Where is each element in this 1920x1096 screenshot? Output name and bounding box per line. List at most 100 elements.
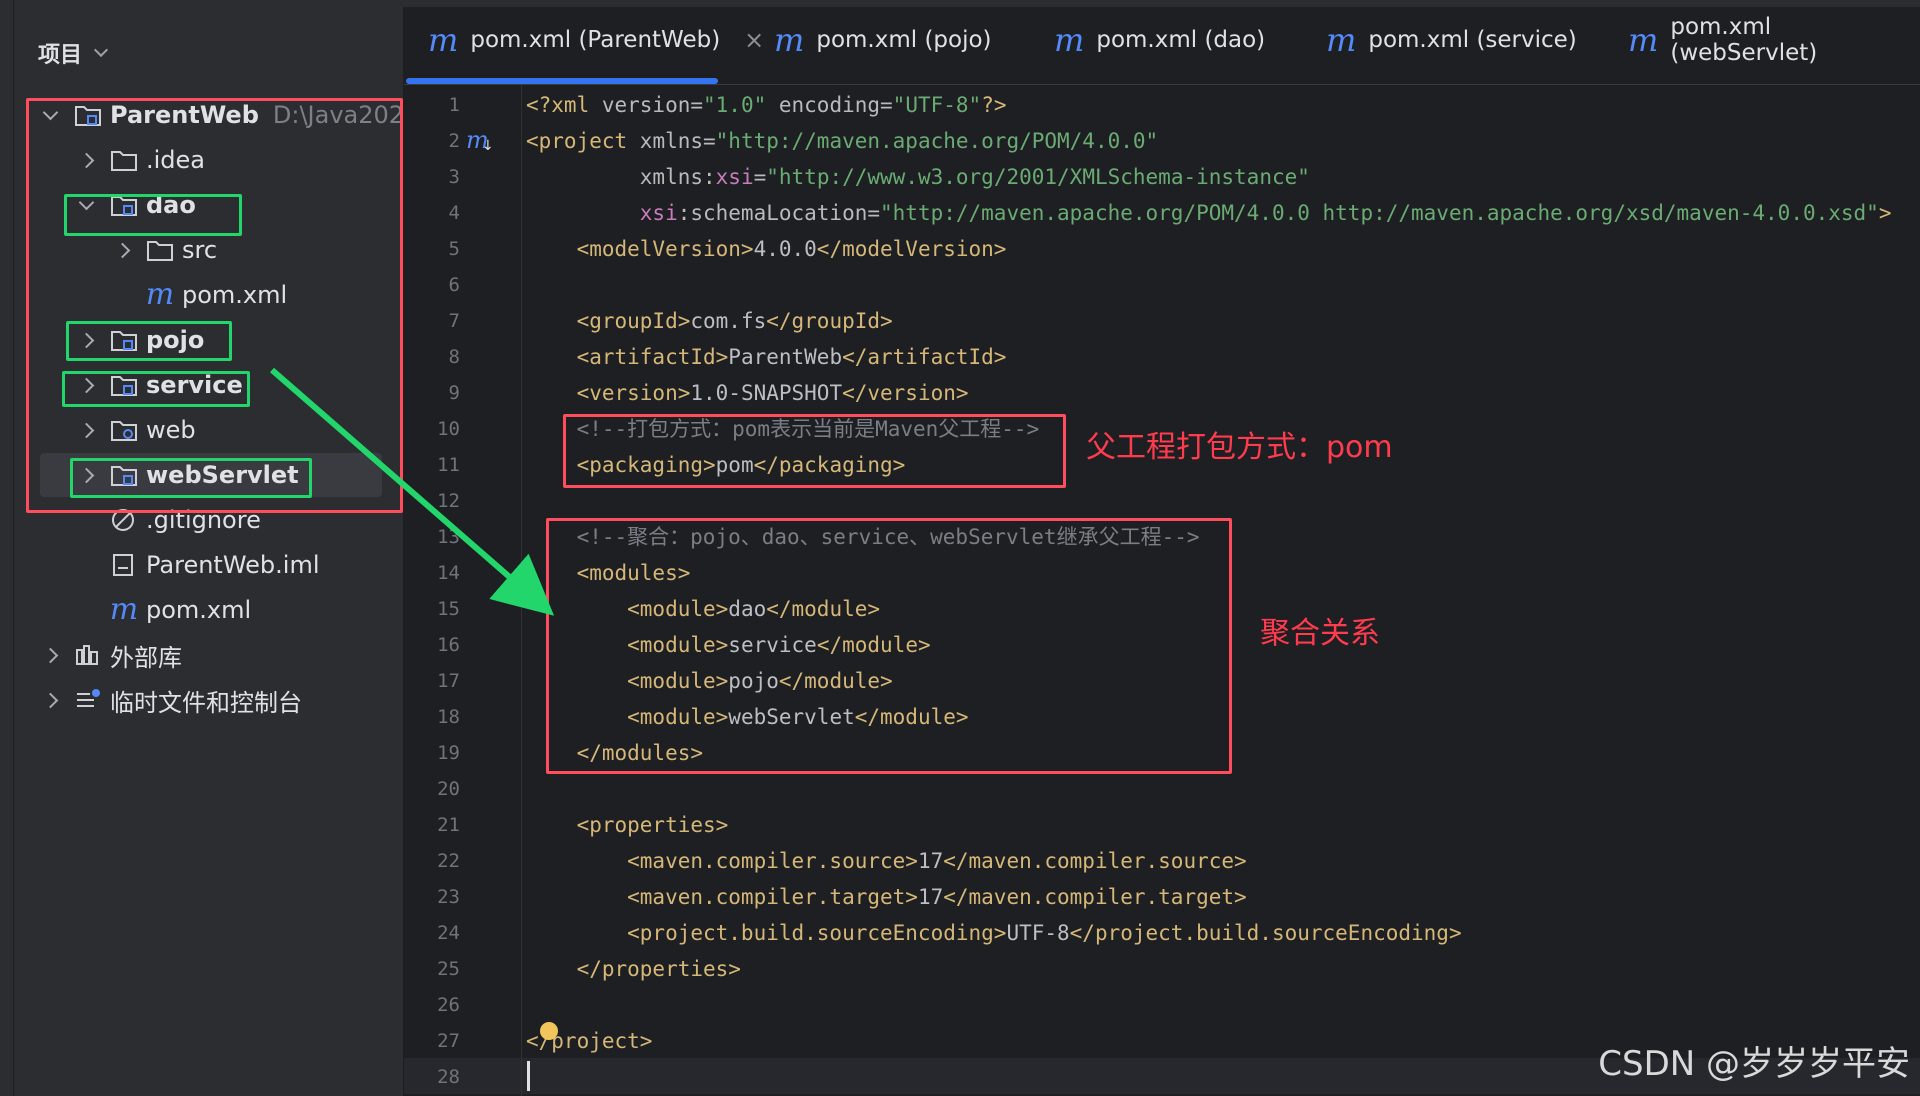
code-token: </maven.compiler.source> — [943, 849, 1247, 873]
line-number: 11 — [437, 454, 460, 476]
line-number: 25 — [437, 958, 460, 980]
line-number: 18 — [437, 706, 460, 728]
code-token: UTF-8 — [1006, 921, 1070, 945]
code-token: xsi — [715, 165, 754, 189]
code-line[interactable]: xmlns:xsi="http://www.w3.org/2001/XMLSch… — [526, 159, 1310, 195]
code-line[interactable]: <version>1.0-SNAPSHOT</version> — [526, 375, 969, 411]
line-number: 12 — [437, 490, 460, 512]
project-panel-header[interactable]: 项目 — [38, 33, 109, 73]
watermark: CSDN @岁岁岁平安 — [1598, 1044, 1910, 1084]
highlight-modules — [546, 518, 1232, 774]
code-line[interactable]: <project xmlns="http://maven.apache.org/… — [526, 123, 1158, 159]
code-line[interactable]: <artifactId>ParentWeb</artifactId> — [526, 339, 1007, 375]
window-top-strip — [0, 0, 1920, 7]
library-icon — [74, 642, 102, 668]
code-token: 17 — [917, 885, 944, 909]
code-token: "http://maven.apache.org/POM/4.0.0" — [715, 129, 1159, 153]
code-line[interactable]: <?xml version="1.0" encoding="UTF-8"?> — [526, 87, 1006, 123]
code-token: </version> — [842, 381, 969, 405]
tab-pom-webservlet[interactable]: m pom.xml (webServlet) — [1628, 14, 1920, 66]
lightbulb-icon[interactable] — [540, 1022, 558, 1040]
line-number: 5 — [448, 238, 460, 260]
code-token: = — [753, 165, 767, 189]
tree-item-root-pom[interactable]: m pom.xml — [110, 588, 251, 632]
maven-icon: m — [109, 592, 139, 627]
tree-item-label: 外部库 — [110, 643, 182, 672]
scratches-icon — [74, 687, 102, 713]
line-number: 9 — [448, 382, 460, 404]
maven-icon: m — [1054, 21, 1085, 59]
code-token: :schemaLocation= — [677, 201, 881, 225]
code-token: "1.0" — [703, 93, 767, 117]
chevron-down-icon[interactable] — [93, 42, 109, 58]
tree-item-external-libraries[interactable]: 外部库 — [40, 633, 182, 677]
tab-pom-service[interactable]: m pom.xml (service) — [1326, 18, 1577, 62]
line-number: 26 — [437, 994, 460, 1016]
tab-label: pom.xml (dao) — [1096, 27, 1266, 53]
line-number: 14 — [437, 562, 460, 584]
code-token: <groupId> — [526, 309, 691, 333]
code-line[interactable]: <properties> — [526, 807, 729, 843]
line-number: 7 — [448, 310, 460, 332]
line-number: 10 — [437, 418, 460, 440]
tool-window-strip — [0, 0, 14, 1096]
code-token: <project — [526, 129, 640, 153]
line-number: 6 — [448, 274, 460, 296]
code-token: <maven.compiler.target> — [526, 885, 918, 909]
line-number: 24 — [437, 922, 460, 944]
code-token: <project.build.sourceEncoding> — [526, 921, 1007, 945]
tab-label: pom.xml (webServlet) — [1670, 14, 1818, 66]
tab-pom-dao[interactable]: m pom.xml (dao) — [1054, 18, 1265, 62]
tab-label: pom.xml (pojo) — [816, 27, 992, 53]
code-line[interactable]: <maven.compiler.source>17</maven.compile… — [526, 843, 1247, 879]
highlight-dao — [64, 194, 242, 236]
code-token: 4.0.0 — [753, 237, 817, 261]
code-token: <modelVersion> — [526, 237, 754, 261]
code-token: "http://www.w3.org/2001/XMLSchema-instan… — [766, 165, 1310, 189]
code-line[interactable]: xsi:schemaLocation="http://maven.apache.… — [526, 195, 1892, 231]
code-line[interactable]: <groupId>com.fs</groupId> — [526, 303, 893, 339]
maven-icon: m — [428, 21, 459, 59]
code-token: 17 — [917, 849, 944, 873]
code-line[interactable]: <project.build.sourceEncoding>UTF-8</pro… — [526, 915, 1461, 951]
gutter-divider — [521, 85, 522, 1096]
active-tab-indicator — [406, 78, 718, 84]
maven-icon: m — [1628, 21, 1659, 59]
code-token: <?xml — [526, 93, 602, 117]
code-token: ParentWeb — [728, 345, 843, 369]
code-line[interactable]: </properties> — [526, 951, 741, 987]
highlight-pojo — [66, 321, 232, 361]
line-number: 8 — [448, 346, 460, 368]
chevron-right-icon[interactable] — [40, 690, 60, 710]
code-token: </artifactId> — [842, 345, 1007, 369]
annotation-packaging: 父工程打包方式：pom — [1086, 430, 1393, 465]
close-icon[interactable]: × — [744, 26, 764, 54]
line-number: 19 — [437, 742, 460, 764]
line-number: 22 — [437, 850, 460, 872]
code-token: </properties> — [526, 957, 741, 981]
line-number: 23 — [437, 886, 460, 908]
tree-item-label: 临时文件和控制台 — [110, 688, 302, 717]
code-line[interactable]: <maven.compiler.target>17</maven.compile… — [526, 879, 1247, 915]
line-number: 1 — [448, 94, 460, 116]
tree-item-label: ParentWeb.iml — [146, 551, 320, 579]
line-number: 13 — [437, 526, 460, 548]
chevron-right-icon[interactable] — [40, 645, 60, 665]
tree-item-scratches[interactable]: 临时文件和控制台 — [40, 678, 302, 722]
code-token: <version> — [526, 381, 691, 405]
line-number: 2 — [448, 130, 460, 152]
tree-item-iml[interactable]: ParentWeb.iml — [110, 543, 320, 587]
line-number: 3 — [448, 166, 460, 188]
tab-pom-parentweb[interactable]: m pom.xml (ParentWeb) × — [428, 18, 764, 62]
code-token: <properties> — [526, 813, 729, 837]
line-number: 15 — [437, 598, 460, 620]
highlight-packaging — [563, 414, 1066, 488]
code-token: encoding= — [766, 93, 893, 117]
line-number: 27 — [437, 1030, 460, 1052]
code-token: </modelVersion> — [816, 237, 1007, 261]
highlight-webservlet — [70, 458, 312, 498]
tab-pom-pojo[interactable]: m pom.xml (pojo) — [774, 18, 992, 62]
code-token: > — [1878, 201, 1892, 225]
annotation-aggregation: 聚合关系 — [1260, 616, 1380, 651]
code-line[interactable]: <modelVersion>4.0.0</modelVersion> — [526, 231, 1007, 267]
